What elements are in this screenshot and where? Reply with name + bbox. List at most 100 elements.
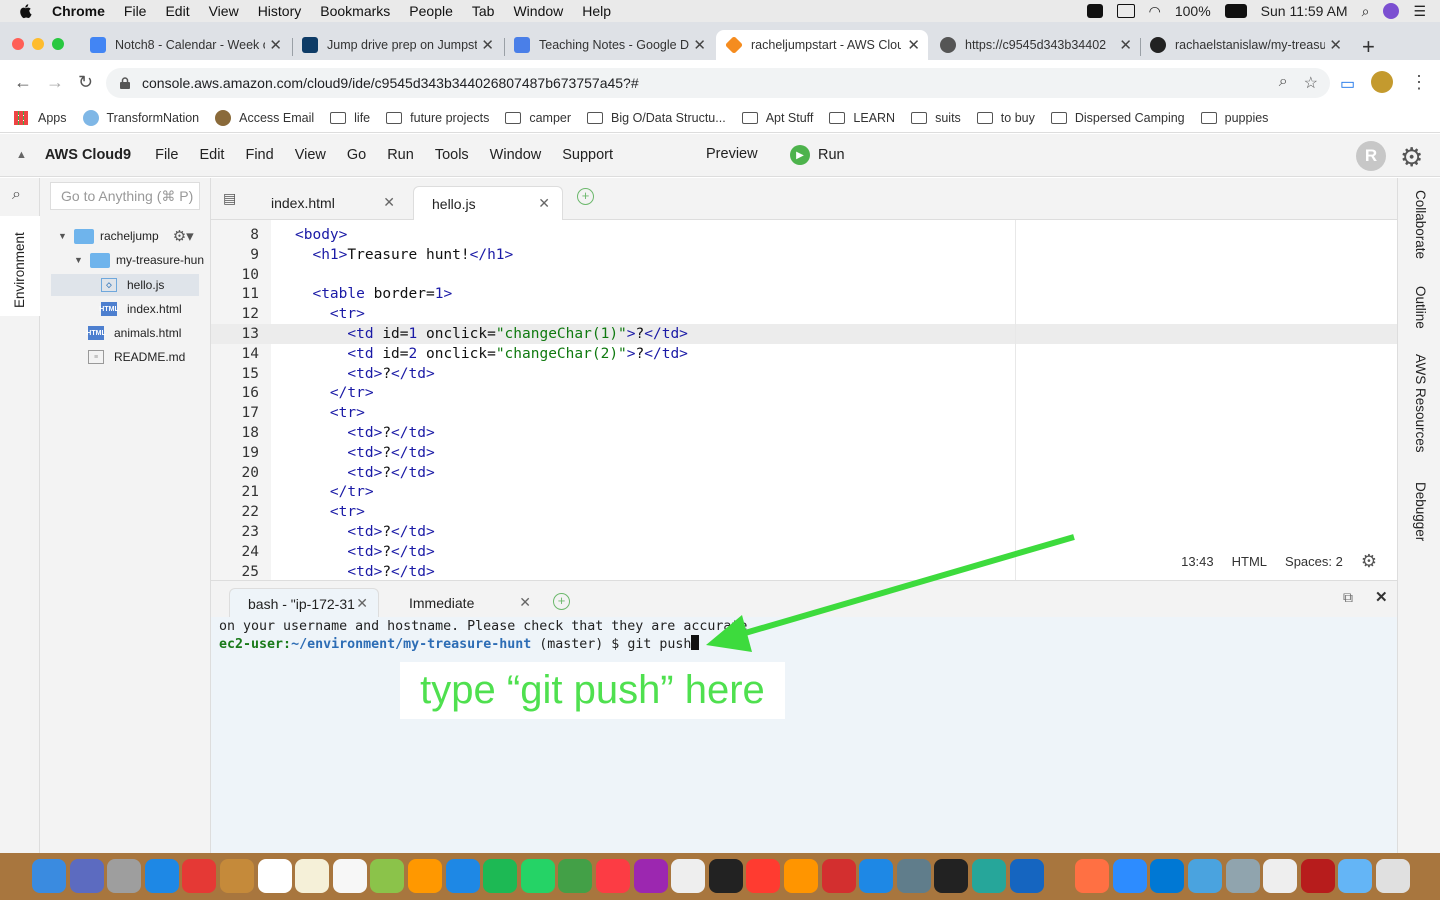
environment-label[interactable]: Environment [12, 232, 27, 308]
bookmark-folder-suits[interactable]: suits [911, 111, 961, 125]
collapse-menu-icon[interactable]: ▲ [16, 149, 27, 161]
battery-icon[interactable] [1224, 4, 1247, 18]
dock-app-icon[interactable] [1009, 859, 1044, 893]
browser-tab[interactable]: https://c9545d343b34402 ✕ [930, 30, 1140, 60]
dock-app-icon[interactable] [332, 859, 367, 893]
code-line[interactable]: 9 <h1>Treasure hunt!</h1> [211, 245, 513, 265]
dock-app-icon[interactable] [596, 859, 630, 893]
close-window-button[interactable] [12, 38, 24, 50]
dock-app-icon[interactable] [1225, 859, 1260, 893]
c9-menu-run[interactable]: Run [387, 147, 414, 163]
close-tab-icon[interactable]: ✕ [356, 595, 368, 612]
bookmark-folder-big-o[interactable]: Big O/Data Structu... [587, 111, 726, 125]
kebab-menu-icon[interactable]: ⋮ [1410, 72, 1428, 93]
tree-file-readme[interactable]: ≡ README.md [88, 346, 185, 368]
dock-app-icon[interactable] [69, 859, 104, 893]
preview-button[interactable]: Preview [706, 146, 758, 162]
code-line[interactable]: 19 <td>?</td> [211, 443, 435, 463]
close-tab-icon[interactable]: ✕ [693, 36, 706, 54]
editor-settings-gear-icon[interactable]: ⚙ [1361, 551, 1377, 572]
bookmark-apps[interactable]: Apps [14, 111, 67, 125]
dock-app-icon[interactable] [859, 859, 894, 893]
dock-app-icon[interactable] [1075, 859, 1110, 893]
editor-tab-hello-js[interactable]: hello.js ✕ [413, 186, 563, 220]
close-panel-icon[interactable]: ✕ [1375, 588, 1388, 606]
close-tab-icon[interactable]: ✕ [907, 36, 920, 54]
dock-app-icon[interactable] [257, 859, 292, 893]
dock-app-icon[interactable] [408, 859, 442, 893]
dock-app-icon[interactable] [370, 859, 405, 893]
code-line[interactable]: 14 <td id=2 onclick="changeChar(2)">?</t… [211, 344, 688, 364]
menu-file[interactable]: File [124, 3, 147, 19]
dock-app-icon[interactable] [746, 859, 781, 893]
editor-tab-index-html[interactable]: index.html ✕ [253, 186, 407, 220]
tree-folder-root[interactable]: ▼ racheljump ⚙▾ [58, 225, 194, 247]
dock-app-icon[interactable] [445, 859, 480, 893]
dock-app-icon[interactable] [1263, 859, 1298, 893]
dock-app-icon[interactable] [483, 859, 518, 893]
close-tab-icon[interactable]: ✕ [1329, 36, 1342, 54]
close-tab-icon[interactable]: ✕ [383, 194, 395, 211]
code-line[interactable]: 16 </tr> [211, 383, 374, 403]
debugger-tab[interactable]: Debugger [1413, 482, 1428, 541]
browser-tab[interactable]: Notch8 - Calendar - Week o ✕ [80, 30, 290, 60]
code-line[interactable]: 11 <table border=1> [211, 284, 453, 304]
code-line[interactable]: 12 <tr> [211, 304, 365, 324]
dock-app-icon[interactable] [558, 859, 593, 893]
code-line[interactable]: 8 <body> [211, 225, 347, 245]
dock-app-icon[interactable] [896, 859, 931, 893]
browser-tab[interactable]: rachaelstanislaw/my-treasu ✕ [1140, 30, 1350, 60]
close-tab-icon[interactable]: ✕ [1119, 36, 1132, 54]
indent-setting[interactable]: Spaces: 2 [1285, 554, 1343, 569]
menu-view[interactable]: View [209, 3, 239, 19]
tree-file-hello-js[interactable]: ◇ hello.js [51, 274, 199, 296]
tree-file-index-html[interactable]: HTML index.html [99, 298, 182, 320]
menu-tab[interactable]: Tab [472, 3, 495, 19]
dock-app-icon[interactable] [182, 859, 217, 893]
dock-app-icon[interactable] [520, 859, 555, 893]
bookmark-folder-dispersed-camping[interactable]: Dispersed Camping [1050, 111, 1185, 125]
bookmark-folder-to-buy[interactable]: to buy [976, 111, 1035, 125]
code-line[interactable]: 25 <td>?</td> [211, 562, 435, 580]
zoom-window-button[interactable] [52, 38, 64, 50]
c9-menu-window[interactable]: Window [490, 147, 542, 163]
spotlight-icon[interactable]: ⌕ [1362, 3, 1370, 20]
clock[interactable]: Sun 11:59 AM [1261, 3, 1348, 19]
settings-gear-icon[interactable]: ⚙ [1400, 142, 1423, 173]
dock-app-icon[interactable] [1376, 859, 1410, 893]
close-tab-icon[interactable]: ✕ [519, 594, 531, 611]
siri-icon[interactable] [1383, 3, 1400, 19]
c9-menu-edit[interactable]: Edit [199, 147, 224, 163]
menu-history[interactable]: History [258, 3, 302, 19]
code-line[interactable]: 20 <td>?</td> [211, 463, 435, 483]
c9-menu-go[interactable]: Go [347, 147, 366, 163]
dock-app-icon[interactable] [633, 859, 668, 893]
apple-icon[interactable] [18, 3, 32, 19]
menu-app-chrome[interactable]: Chrome [52, 3, 105, 19]
notification-center-icon[interactable]: ☰ [1413, 3, 1426, 20]
new-tab-button[interactable]: + [1362, 34, 1375, 60]
cast-icon[interactable]: ▭ [1340, 74, 1355, 94]
bookmark-access-email[interactable]: Access Email [215, 110, 314, 126]
tab-list-icon[interactable]: ▤ [223, 190, 236, 207]
bookmark-folder-life[interactable]: life [330, 111, 370, 125]
dock-app-icon[interactable] [1112, 859, 1147, 893]
code-line[interactable]: 15 <td>?</td> [211, 364, 435, 384]
code-line[interactable]: 23 <td>?</td> [211, 522, 435, 542]
close-tab-icon[interactable]: ✕ [538, 195, 550, 212]
chevron-down-icon[interactable]: ▼ [74, 255, 83, 265]
minimize-window-button[interactable] [32, 38, 44, 50]
code-line[interactable]: 17 <tr> [211, 403, 365, 423]
maximize-panel-icon[interactable]: ⧉ [1343, 589, 1353, 606]
code-line[interactable]: 24 <td>?</td> [211, 542, 435, 562]
run-button[interactable]: ▶ Run [790, 145, 845, 165]
dock-app-icon[interactable] [821, 859, 856, 893]
collaborate-tab[interactable]: Collaborate [1413, 190, 1428, 259]
dock-app-icon[interactable] [1150, 859, 1185, 893]
dock-app-icon[interactable] [144, 859, 179, 893]
dock-app-icon[interactable] [784, 859, 818, 893]
close-tab-icon[interactable]: ✕ [481, 36, 494, 54]
cloud9-brand[interactable]: AWS Cloud9 [45, 147, 131, 163]
dock-app-icon[interactable] [934, 859, 969, 893]
browser-tab-active[interactable]: racheljumpstart - AWS Clou ✕ [716, 30, 928, 60]
